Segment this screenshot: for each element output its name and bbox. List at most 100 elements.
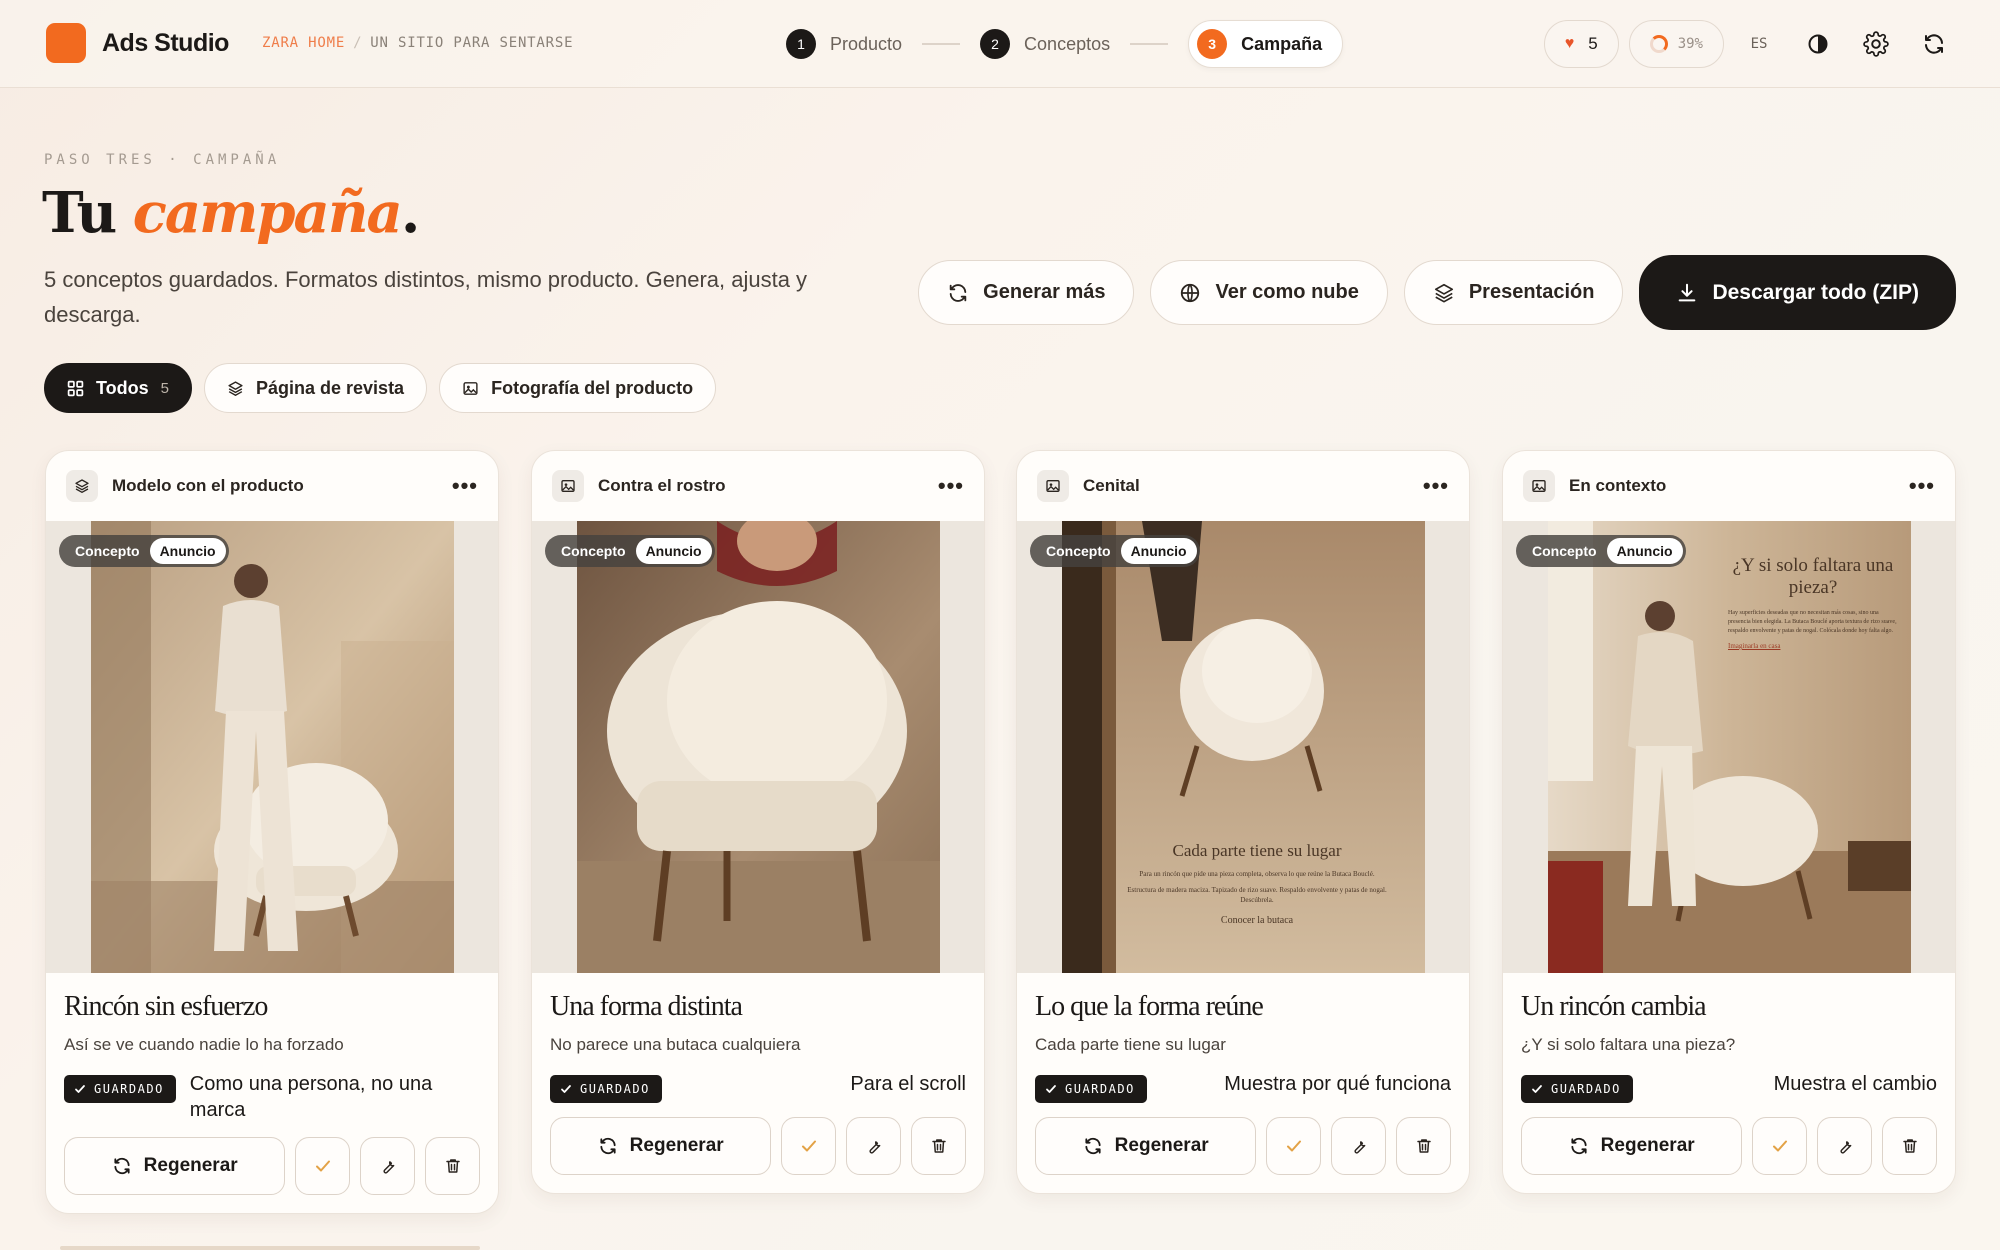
download-all-button[interactable]: Descargar todo (ZIP) [1639, 255, 1956, 330]
view-cloud-label: Ver como nube [1215, 281, 1359, 303]
generate-more-label: Generar más [983, 281, 1106, 303]
grid-icon [67, 380, 84, 396]
poster-headline: Cada parte tiene su lugar [1172, 841, 1342, 860]
card-format-label: Modelo con el producto [112, 476, 304, 495]
edit-button[interactable] [360, 1137, 416, 1195]
delete-button[interactable] [425, 1137, 480, 1195]
layers-icon [228, 380, 243, 396]
progress-indicator[interactable]: 39% [1628, 20, 1724, 68]
card-meta: GUARDADO Para el scroll [550, 1071, 966, 1103]
card-media[interactable]: Concepto Anuncio [532, 521, 984, 973]
regenerate-button[interactable]: Regenerar [64, 1137, 286, 1195]
delete-button[interactable] [1396, 1117, 1451, 1175]
delete-button[interactable] [911, 1117, 966, 1175]
more-options-icon[interactable]: ••• [938, 473, 964, 499]
chip-concepto[interactable]: Concepto [548, 543, 636, 559]
regenerate-label: Regenerar [1114, 1135, 1209, 1156]
ad-image [577, 521, 940, 973]
image-icon [1523, 470, 1555, 502]
refresh-button[interactable] [1910, 20, 1958, 68]
globe-icon [1181, 283, 1200, 302]
card-reason: Como una persona, no una marca [189, 1073, 433, 1121]
poster-body-2: Estructura de madera maciza. Tapizado de… [1127, 886, 1387, 904]
card-title: Rincón sin esfuerzo [64, 991, 268, 1022]
approve-button[interactable] [295, 1137, 351, 1195]
card-subtitle: ¿Y si solo faltara una pieza? [1521, 1035, 1736, 1054]
app-logo [46, 23, 86, 63]
presentation-button[interactable]: Presentación [1403, 260, 1624, 325]
contrast-toggle[interactable] [1794, 20, 1842, 68]
more-options-icon[interactable]: ••• [452, 473, 478, 499]
poster-text: ¿Y si solo faltara una pieza? Hay superf… [1728, 555, 1898, 650]
card-actions: Regenerar [1521, 1117, 1937, 1175]
regenerate-label: Regenerar [1600, 1135, 1695, 1156]
chip-anuncio[interactable]: Anuncio [1120, 538, 1197, 564]
page-description: 5 conceptos guardados. Formatos distinto… [44, 267, 808, 327]
filter-todos[interactable]: Todos 5 [44, 363, 192, 413]
approve-button[interactable] [1266, 1117, 1322, 1175]
chip-concepto[interactable]: Concepto [1519, 543, 1607, 559]
settings-button[interactable] [1852, 20, 1900, 68]
filter-count: 5 [160, 379, 169, 397]
refresh-icon [1925, 34, 1943, 54]
regenerate-button[interactable]: Regenerar [1035, 1117, 1257, 1175]
refresh-icon [949, 283, 967, 302]
delete-button[interactable] [1882, 1117, 1937, 1175]
saved-label: GUARDADO [580, 1082, 650, 1096]
step-conceptos[interactable]: 2 Conceptos [980, 20, 1110, 68]
language-switch[interactable]: ES [1734, 36, 1784, 52]
ad-image: ¿Y si solo faltara una pieza? Hay superf… [1548, 521, 1911, 973]
poster-body: Hay superficies deseadas que no necesita… [1728, 610, 1897, 634]
concept-ad-chips: Concepto Anuncio [59, 535, 229, 567]
refresh-icon [114, 1157, 130, 1175]
edit-button[interactable] [846, 1117, 902, 1175]
chip-anuncio[interactable]: Anuncio [635, 538, 712, 564]
chip-concepto[interactable]: Concepto [62, 543, 150, 559]
image-icon [463, 381, 478, 395]
image-icon [552, 470, 584, 502]
regenerate-button[interactable]: Regenerar [1521, 1117, 1743, 1175]
card-header: En contexto ••• [1503, 451, 1955, 521]
ad-image: Cada parte tiene su lugar Para un rincón… [1062, 521, 1425, 973]
chip-concepto[interactable]: Concepto [1033, 543, 1121, 559]
progress-ring-icon [1649, 35, 1668, 53]
card-actions: Regenerar [550, 1117, 966, 1175]
generate-more-button[interactable]: Generar más [918, 260, 1135, 325]
more-options-icon[interactable]: ••• [1909, 473, 1935, 499]
card-body: Rincón sin esfuerzo Así se ve cuando nad… [46, 973, 498, 1213]
card-media[interactable]: ¿Y si solo faltara una pieza? Hay superf… [1503, 521, 1955, 973]
likes-counter[interactable]: ♥ 5 [1543, 20, 1619, 68]
card-header: Modelo con el producto ••• [46, 451, 498, 521]
filter-pagina-de-revista[interactable]: Página de revista [204, 363, 428, 413]
edit-button[interactable] [1817, 1117, 1873, 1175]
trash-icon [445, 1159, 460, 1173]
step-connector [1130, 43, 1169, 45]
view-cloud-button[interactable]: Ver como nube [1150, 260, 1388, 325]
brand[interactable]: Ads Studio [46, 23, 229, 63]
approve-button[interactable] [1752, 1117, 1808, 1175]
card-body: Un rincón cambia ¿Y si solo faltara una … [1503, 973, 1955, 1193]
chip-anuncio[interactable]: Anuncio [1606, 538, 1683, 564]
card-media[interactable]: Cada parte tiene su lugar Para un rincón… [1017, 521, 1469, 973]
check-icon [801, 1140, 816, 1152]
filter-fotografia-del-producto[interactable]: Fotografía del producto [439, 363, 717, 413]
step-producto[interactable]: 1 Producto [786, 20, 902, 68]
step-label: Producto [830, 33, 903, 54]
refresh-icon [600, 1137, 616, 1155]
more-options-icon[interactable]: ••• [1423, 473, 1449, 499]
layers-icon [1434, 283, 1453, 303]
wrench-icon [1354, 1141, 1366, 1154]
poster-body-1: Para un rincón que pide una pieza comple… [1139, 870, 1375, 878]
card-subtitle: Cada parte tiene su lugar [1035, 1035, 1226, 1054]
breadcrumb-brand[interactable]: ZARA HOME [262, 35, 345, 51]
step-eyebrow: PASO TRES · CAMPAÑA [44, 152, 281, 168]
approve-button[interactable] [781, 1117, 837, 1175]
regenerate-button[interactable]: Regenerar [550, 1117, 772, 1175]
filter-label: Todos [96, 377, 149, 398]
chip-anuncio[interactable]: Anuncio [149, 538, 226, 564]
card-media[interactable]: Concepto Anuncio [46, 521, 498, 973]
step-campana[interactable]: 3 Campaña [1188, 20, 1344, 68]
edit-button[interactable] [1331, 1117, 1387, 1175]
concept-ad-chips: Concepto Anuncio [1516, 535, 1686, 567]
top-bar: Ads Studio ZARA HOME / UN SITIO PARA SENTA… [0, 0, 2000, 88]
